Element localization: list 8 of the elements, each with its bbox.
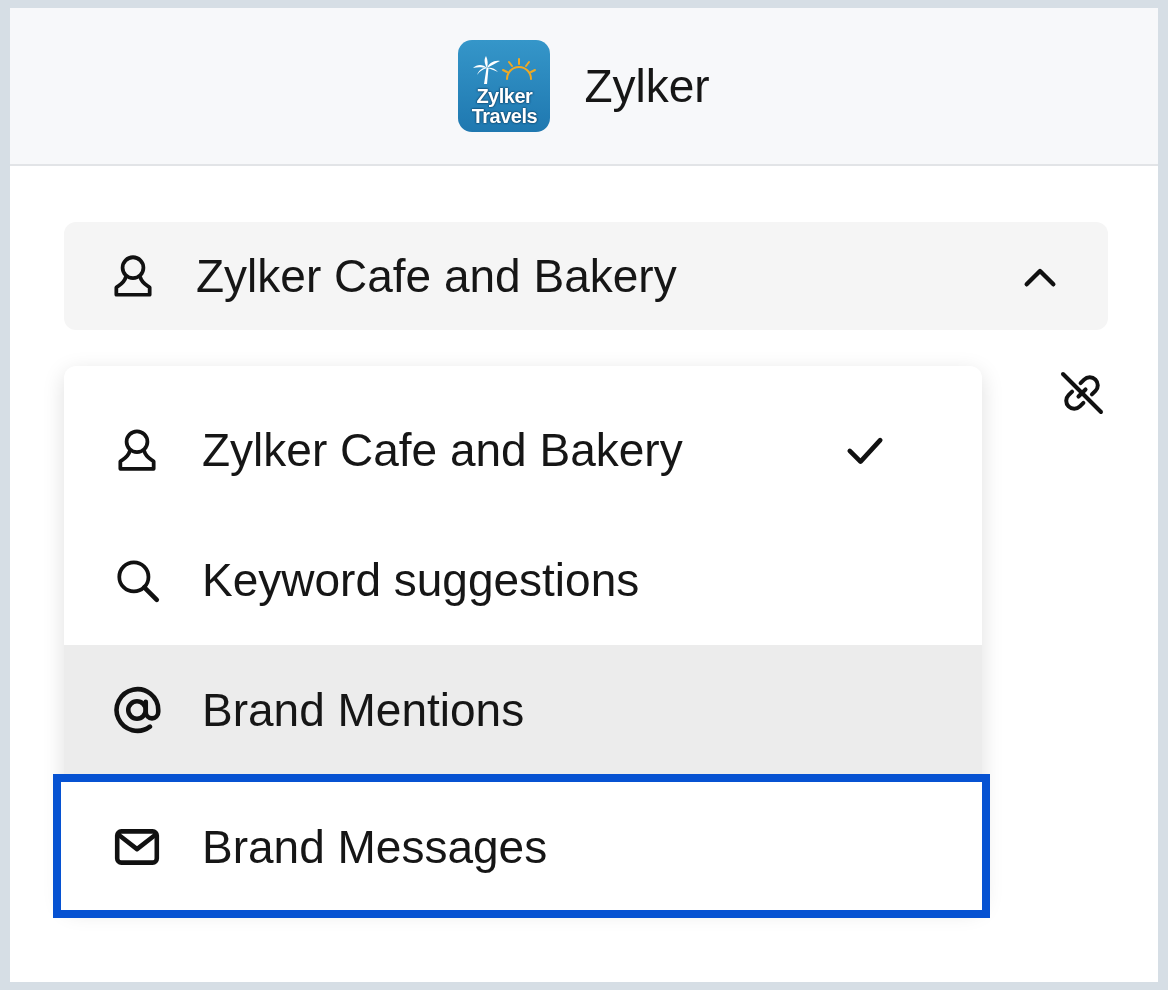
menu-item[interactable]: Brand Messages — [53, 774, 990, 918]
menu-item[interactable]: Zylker Cafe and Bakery — [64, 385, 982, 515]
at-sign-icon — [112, 685, 162, 735]
app-title: Zylker — [584, 60, 710, 112]
account-dropdown[interactable]: Zylker Cafe and Bakery — [64, 222, 1108, 330]
logo-text: Travels — [471, 106, 538, 126]
menu-item[interactable]: Keyword suggestions — [64, 515, 982, 645]
menu-item[interactable]: Brand Mentions — [64, 645, 982, 775]
